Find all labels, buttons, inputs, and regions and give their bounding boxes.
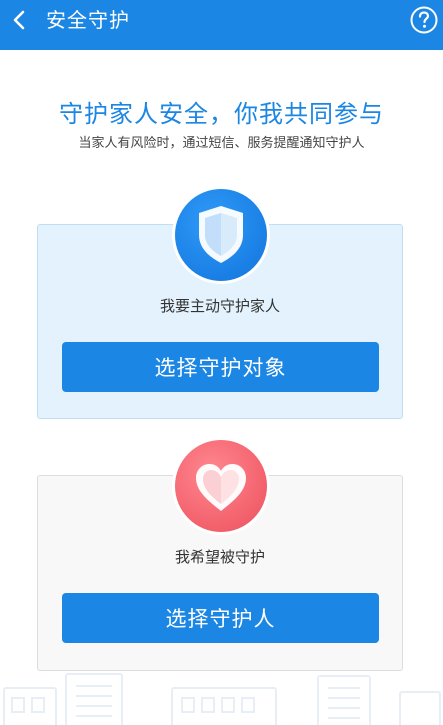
heart-badge <box>172 437 270 535</box>
top-bar: 安全守护 <box>0 0 443 50</box>
choose-guarded-button[interactable]: 选择守护对象 <box>62 342 379 392</box>
shield-icon <box>199 206 243 263</box>
subline: 当家人有风险时，通过短信、服务提醒通知守护人 <box>78 136 365 151</box>
help-button[interactable] <box>409 5 439 35</box>
headline: 守护家人安全，你我共同参与 <box>59 100 384 128</box>
chevron-left-icon <box>13 10 25 30</box>
back-button[interactable] <box>6 6 34 34</box>
heart-icon <box>196 464 246 511</box>
building-icon <box>3 673 441 725</box>
shield-badge <box>172 186 270 284</box>
protect-family-label: 我要主动守护家人 <box>159 297 280 315</box>
city-skyline-decoration <box>0 672 443 725</box>
page-title: 安全守护 <box>46 8 130 32</box>
choose-guardian-button[interactable]: 选择守护人 <box>62 593 379 643</box>
be-protected-label: 我希望被守护 <box>174 548 265 566</box>
help-circle-icon <box>410 6 438 34</box>
